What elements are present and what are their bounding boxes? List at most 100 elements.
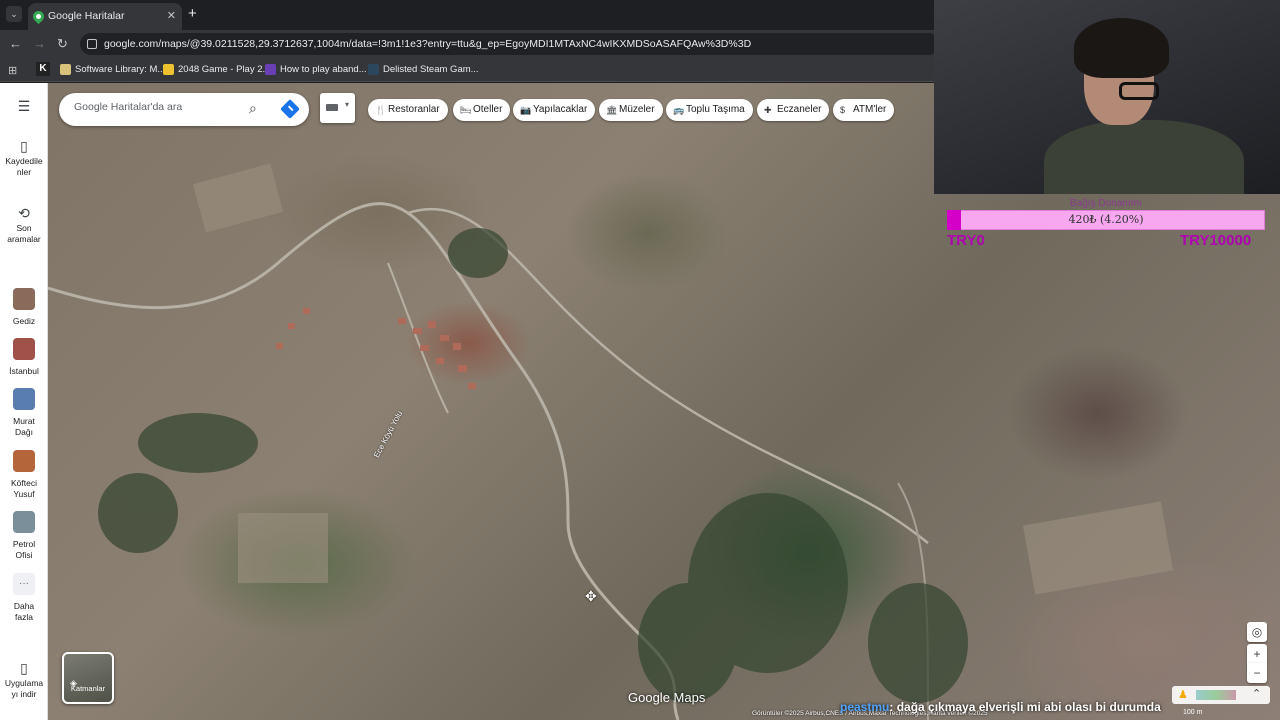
google-maps-logo: Google Maps	[628, 690, 706, 705]
category-chip[interactable]: 🛏 Oteller	[453, 99, 511, 121]
recent-place-item[interactable]: Petrol Ofisi	[0, 511, 48, 561]
category-chip[interactable]: 🚌 Toplu Taşıma	[666, 99, 753, 121]
pegman-icon[interactable]: ♟	[1178, 688, 1188, 701]
place-label: Petrol Ofisi	[12, 539, 36, 560]
map-scale[interactable]: 100 m	[1183, 709, 1202, 716]
layers-button[interactable]: ◈ Katmanlar	[62, 652, 114, 704]
recent-place-item[interactable]: İstanbul	[0, 338, 48, 377]
tab-search-button[interactable]: ⌄	[6, 6, 22, 22]
bookmark-favicon-icon	[368, 64, 379, 75]
recent-place-item[interactable]: Köfteci Yusuf	[0, 450, 48, 500]
category-chip[interactable]: 📷 Yapılacaklar	[513, 99, 596, 121]
more-button[interactable]: ··· Daha fazla	[0, 573, 48, 623]
tab-title: Google Haritalar	[48, 10, 125, 22]
reload-icon[interactable]: ↻	[57, 36, 68, 52]
place-thumbnail	[13, 338, 35, 360]
category-chip[interactable]: 🏛 Müzeler	[599, 99, 663, 121]
get-app-label: Uygulamayı indir	[4, 678, 44, 699]
search-box[interactable]: ⌕	[59, 93, 309, 126]
place-label: Murat Dağı	[13, 416, 35, 437]
search-input[interactable]	[74, 101, 244, 113]
donation-progress-text: 420₺ (4.20%)	[1068, 213, 1144, 226]
category-icon: 🏛	[606, 105, 618, 115]
saved-label: Kaydedilenler	[5, 156, 43, 177]
streamer-body	[1044, 120, 1244, 194]
category-icon: 📷	[520, 105, 532, 115]
move-cursor-icon: ✥	[585, 588, 597, 604]
crosshair-icon: ◎	[1251, 625, 1263, 639]
category-label: Müzeler	[619, 104, 655, 115]
recent-place-item[interactable]: Murat Dağı	[0, 388, 48, 438]
chat-text: : dağa çıkmaya elverişli mi abi olası bi…	[889, 700, 1161, 714]
category-label: Oteller	[473, 104, 503, 115]
webcam-overlay	[934, 0, 1280, 194]
chat-message: peastmu: dağa çıkmaya elverişli mi abi o…	[840, 700, 1161, 714]
donation-max-label: TRY10000	[1180, 232, 1252, 249]
place-thumbnail	[13, 511, 35, 533]
back-arrow-icon[interactable]: ←	[9, 36, 22, 51]
category-chip[interactable]: 🍴 Restoranlar	[368, 99, 448, 121]
place-label: Köfteci Yusuf	[11, 478, 37, 499]
bookmark-favicon-icon	[60, 64, 71, 75]
place-label: Gediz	[12, 316, 36, 326]
category-chip[interactable]: ✚ Eczaneler	[757, 99, 830, 121]
phone-icon: ▯	[20, 660, 28, 676]
donation-title: Bağış Donanımı	[1070, 198, 1142, 209]
bookmark-label: Delisted Steam Gam...	[383, 64, 479, 75]
get-app-button[interactable]: ▯ Uygulamayı indir	[0, 660, 48, 700]
category-chip[interactable]: $ ATM'ler	[833, 99, 895, 121]
place-thumbnail	[13, 288, 35, 310]
bookmark-favicon-icon	[163, 64, 174, 75]
search-icon[interactable]: ⌕	[249, 100, 257, 117]
category-icon: $	[840, 105, 846, 115]
expand-up-icon[interactable]: ⌃	[1252, 687, 1261, 700]
dropdown-arrow-icon[interactable]: ▾	[345, 100, 349, 109]
my-location-button[interactable]: ◎	[1247, 622, 1267, 642]
browser-tab[interactable]: Google Haritalar ✕	[28, 3, 182, 30]
category-icon: 🚌	[673, 105, 685, 115]
input-tools-button[interactable]: ▾	[320, 93, 355, 123]
category-icon: ✚	[764, 105, 772, 115]
address-bar[interactable]: google.com/maps/@39.0211528,29.3712637,1…	[80, 33, 940, 55]
category-label: Eczaneler	[777, 104, 822, 115]
category-label: Toplu Taşıma	[686, 104, 745, 115]
bookmark-item[interactable]: Software Library: M...	[60, 62, 165, 78]
bookmark-k-icon[interactable]: K	[36, 62, 50, 76]
chat-username: peastmu	[840, 700, 890, 714]
left-sidebar: ☰ ▯ Kaydedilenler ⟲ Son aramalar Gediz İs…	[0, 83, 48, 720]
bookmark-item[interactable]: How to play aband...	[265, 62, 367, 78]
category-label: Yapılacaklar	[533, 104, 588, 115]
bookmark-item[interactable]: 2048 Game - Play 2...	[163, 62, 270, 78]
more-label: Daha fazla	[13, 601, 35, 622]
url-text: google.com/maps/@39.0211528,29.3712637,1…	[104, 38, 752, 50]
donation-min-label: TRY0	[947, 232, 985, 249]
recent-button[interactable]: ⟲ Son aramalar	[0, 205, 48, 245]
forward-arrow-icon[interactable]: →	[33, 36, 46, 51]
hamburger-icon: ☰	[17, 98, 31, 114]
category-label: ATM'ler	[853, 104, 887, 115]
category-label: Restoranlar	[388, 104, 440, 115]
directions-icon[interactable]	[280, 99, 300, 119]
apps-grid-icon[interactable]: ⊞	[8, 64, 17, 77]
imagery-thumbnails[interactable]	[1196, 690, 1236, 700]
place-label: İstanbul	[9, 366, 39, 376]
new-tab-button[interactable]: +	[188, 5, 197, 22]
more-dots-icon: ···	[13, 573, 35, 595]
history-icon: ⟲	[18, 205, 30, 221]
bookmark-favicon-icon	[265, 64, 276, 75]
zoom-in-button[interactable]: +	[1247, 644, 1267, 664]
keyboard-icon	[326, 104, 338, 111]
glasses	[1119, 82, 1159, 100]
site-info-icon[interactable]	[87, 39, 97, 49]
saved-button[interactable]: ▯ Kaydedilenler	[0, 139, 48, 178]
zoom-out-button[interactable]: −	[1247, 663, 1267, 683]
bookmark-label: How to play aband...	[280, 64, 367, 75]
bookmark-label: 2048 Game - Play 2...	[178, 64, 271, 75]
recent-place-item[interactable]: Gediz	[0, 288, 48, 327]
bookmark-item[interactable]: Delisted Steam Gam...	[368, 62, 479, 78]
bookmark-label: Software Library: M...	[75, 64, 166, 75]
tab-close-icon[interactable]: ✕	[167, 3, 176, 30]
menu-button[interactable]: ☰	[0, 98, 48, 116]
street-view-strip[interactable]: ♟ ⌃	[1172, 686, 1270, 704]
streamer-hair	[1074, 18, 1169, 78]
